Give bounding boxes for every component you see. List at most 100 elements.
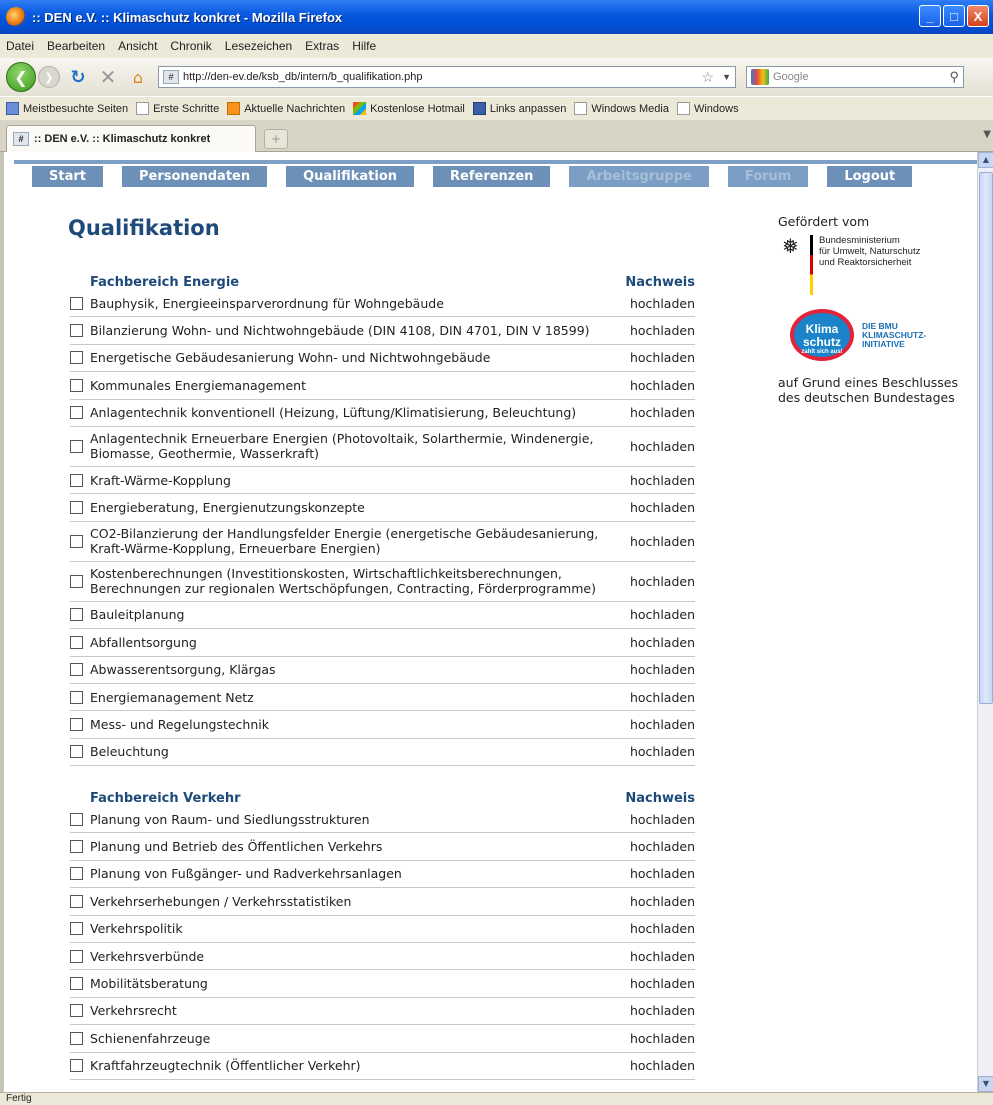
bookmark-links-anpassen[interactable]: Links anpassen xyxy=(472,102,566,115)
qualification-row: CO2-Bilanzierung der Handlungsfelder Ene… xyxy=(70,522,695,562)
search-input[interactable]: Google ⚲ xyxy=(746,66,964,88)
search-icon[interactable]: ⚲ xyxy=(949,69,959,85)
bookmark-erste-schritte[interactable]: Erste Schritte xyxy=(136,102,219,115)
new-tab-button[interactable]: + xyxy=(264,129,288,149)
nav-personendaten[interactable]: Personendaten xyxy=(121,166,268,187)
qualification-checkbox[interactable] xyxy=(70,406,83,420)
nav-top-divider xyxy=(14,160,977,164)
upload-link[interactable]: hochladen xyxy=(627,323,695,338)
upload-link[interactable]: hochladen xyxy=(627,812,695,827)
menu-chronik[interactable]: Chronik xyxy=(170,39,211,53)
menu-extras[interactable]: Extras xyxy=(305,39,339,53)
qualification-checkbox[interactable] xyxy=(70,922,83,936)
qualification-checkbox[interactable] xyxy=(70,867,83,881)
scroll-down-icon[interactable]: ▼ xyxy=(978,1076,993,1092)
qualification-checkbox[interactable] xyxy=(70,663,83,677)
qualification-cell: Schienenfahrzeuge xyxy=(70,1031,627,1046)
qualification-checkbox[interactable] xyxy=(70,439,83,453)
menu-ansicht[interactable]: Ansicht xyxy=(118,39,157,53)
upload-link[interactable]: hochladen xyxy=(627,378,695,393)
url-bar[interactable]: # http://den-ev.de/ksb_db/intern/b_quali… xyxy=(158,66,736,88)
menu-hilfe[interactable]: Hilfe xyxy=(352,39,376,53)
upload-link[interactable]: hochladen xyxy=(627,717,695,732)
upload-link[interactable]: hochladen xyxy=(627,1003,695,1018)
nav-referenzen[interactable]: Referenzen xyxy=(433,166,551,187)
qualification-label: Planung und Betrieb des Öffentlichen Ver… xyxy=(90,839,383,855)
qualification-checkbox[interactable] xyxy=(70,840,83,854)
qualification-checkbox[interactable] xyxy=(70,690,83,704)
qualification-checkbox[interactable] xyxy=(70,812,83,826)
qualification-checkbox[interactable] xyxy=(70,1059,83,1073)
qualification-checkbox[interactable] xyxy=(70,635,83,649)
qualification-checkbox[interactable] xyxy=(70,296,83,310)
forward-button[interactable]: ❯ xyxy=(38,66,60,88)
upload-link[interactable]: hochladen xyxy=(627,921,695,936)
nav-logout[interactable]: Logout xyxy=(827,166,913,187)
menu-lesezeichen[interactable]: Lesezeichen xyxy=(225,39,292,53)
qualification-row: Mess- und Regelungstechnik hochladen xyxy=(70,711,695,739)
upload-link[interactable]: hochladen xyxy=(627,690,695,705)
tab-list-dropdown-icon[interactable]: ▼ xyxy=(983,129,991,140)
tab-klimaschutz[interactable]: # :: DEN e.V. :: Klimaschutz konkret xyxy=(6,125,256,152)
upload-link[interactable]: hochladen xyxy=(627,976,695,991)
energie-table: Fachbereich Energie Nachweis Bauphysik, … xyxy=(70,270,695,767)
qualification-checkbox[interactable] xyxy=(70,378,83,392)
qualification-checkbox[interactable] xyxy=(70,894,83,908)
bookmark-hotmail[interactable]: Kostenlose Hotmail xyxy=(353,102,465,115)
upload-link[interactable]: hochladen xyxy=(627,839,695,854)
scroll-up-icon[interactable]: ▲ xyxy=(978,152,993,168)
qualification-checkbox[interactable] xyxy=(70,717,83,731)
upload-link[interactable]: hochladen xyxy=(627,949,695,964)
upload-link[interactable]: hochladen xyxy=(627,635,695,650)
upload-link[interactable]: hochladen xyxy=(627,473,695,488)
qualification-checkbox[interactable] xyxy=(70,1004,83,1018)
bookmark-nachrichten[interactable]: Aktuelle Nachrichten xyxy=(227,102,345,115)
menu-datei[interactable]: Datei xyxy=(6,39,34,53)
upload-link[interactable]: hochladen xyxy=(627,607,695,622)
qualification-checkbox[interactable] xyxy=(70,473,83,487)
google-engine-icon[interactable] xyxy=(751,69,769,85)
url-dropdown-icon[interactable]: ▼ xyxy=(722,72,731,82)
vertical-scrollbar[interactable]: ▲ ▼ xyxy=(977,152,993,1092)
qualification-checkbox[interactable] xyxy=(70,949,83,963)
bookmark-windows-media[interactable]: Windows Media xyxy=(574,102,669,115)
qualification-checkbox[interactable] xyxy=(70,351,83,365)
qualification-checkbox[interactable] xyxy=(70,324,83,338)
minimize-button[interactable]: _ xyxy=(919,5,941,27)
bookmark-windows[interactable]: Windows xyxy=(676,102,739,115)
upload-link[interactable]: hochladen xyxy=(627,574,695,589)
bookmark-meistbesuchte[interactable]: Meistbesuchte Seiten xyxy=(6,102,128,115)
menu-bearbeiten[interactable]: Bearbeiten xyxy=(47,39,105,53)
nav-qualifikation[interactable]: Qualifikation xyxy=(286,166,415,187)
qualification-row: Energieberatung, Energienutzungskonzepte… xyxy=(70,494,695,522)
qualification-checkbox[interactable] xyxy=(70,501,83,515)
nav-start[interactable]: Start xyxy=(32,166,103,187)
reload-icon[interactable]: ↻ xyxy=(66,65,90,89)
upload-link[interactable]: hochladen xyxy=(627,894,695,909)
upload-link[interactable]: hochladen xyxy=(627,405,695,420)
maximize-button[interactable]: □ xyxy=(943,5,965,27)
qualification-checkbox[interactable] xyxy=(70,574,83,588)
upload-link[interactable]: hochladen xyxy=(627,662,695,677)
upload-link[interactable]: hochladen xyxy=(627,350,695,365)
upload-link[interactable]: hochladen xyxy=(627,1031,695,1046)
upload-link[interactable]: hochladen xyxy=(627,744,695,759)
upload-link[interactable]: hochladen xyxy=(627,439,695,454)
upload-link[interactable]: hochladen xyxy=(627,534,695,549)
upload-link[interactable]: hochladen xyxy=(627,296,695,311)
qualification-cell: Anlagentechnik konventionell (Heizung, L… xyxy=(70,405,627,420)
upload-link[interactable]: hochladen xyxy=(627,500,695,515)
qualification-checkbox[interactable] xyxy=(70,608,83,622)
qualification-checkbox[interactable] xyxy=(70,1031,83,1045)
back-button[interactable]: ❮ xyxy=(6,62,36,92)
stop-icon[interactable]: ✕ xyxy=(96,65,120,89)
close-button[interactable]: X xyxy=(967,5,989,27)
home-icon[interactable]: ⌂ xyxy=(126,65,150,89)
bookmark-star-icon[interactable]: ☆ xyxy=(702,69,719,86)
qualification-checkbox[interactable] xyxy=(70,745,83,759)
qualification-checkbox[interactable] xyxy=(70,534,83,548)
scrollbar-thumb[interactable] xyxy=(979,172,993,704)
upload-link[interactable]: hochladen xyxy=(627,1058,695,1073)
qualification-checkbox[interactable] xyxy=(70,977,83,991)
upload-link[interactable]: hochladen xyxy=(627,866,695,881)
